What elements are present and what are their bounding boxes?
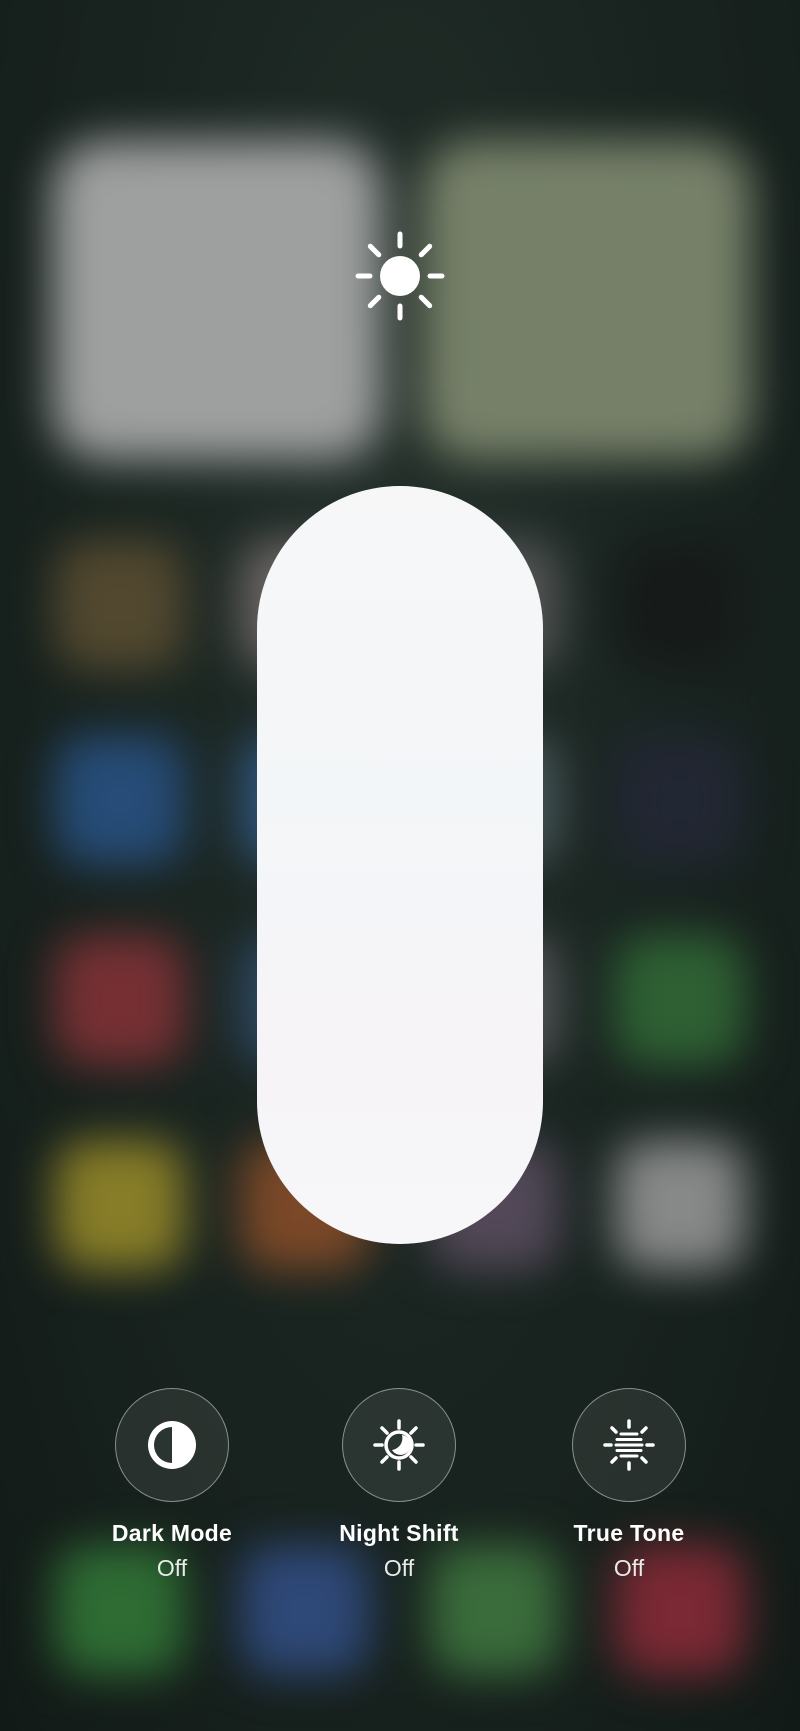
- brightness-slider[interactable]: [257, 486, 543, 1244]
- dark-mode-button[interactable]: [115, 1388, 229, 1502]
- dark-mode-state: Off: [156, 1555, 188, 1581]
- night-shift-button[interactable]: [342, 1388, 456, 1502]
- dark-mode-toggle[interactable]: Dark Mode Off: [72, 1388, 272, 1582]
- night-shift-label: Night Shift: [339, 1520, 459, 1546]
- true-tone-state: Off: [613, 1555, 645, 1581]
- night-shift-toggle[interactable]: Night Shift Off: [299, 1388, 499, 1582]
- true-tone-toggle[interactable]: True Tone Off: [529, 1388, 729, 1582]
- sun-icon: [352, 228, 448, 324]
- dark-mode-icon: [148, 1421, 196, 1469]
- control-center-brightness-screen: Dark Mode Off Night Shift Off True Tone …: [0, 0, 800, 1731]
- true-tone-label: True Tone: [573, 1520, 685, 1546]
- true-tone-icon: [603, 1419, 655, 1471]
- brightness-slider-fill: [257, 486, 543, 1244]
- night-shift-icon: [373, 1419, 425, 1471]
- true-tone-button[interactable]: [572, 1388, 686, 1502]
- night-shift-state: Off: [383, 1555, 415, 1581]
- dark-mode-label: Dark Mode: [111, 1520, 233, 1546]
